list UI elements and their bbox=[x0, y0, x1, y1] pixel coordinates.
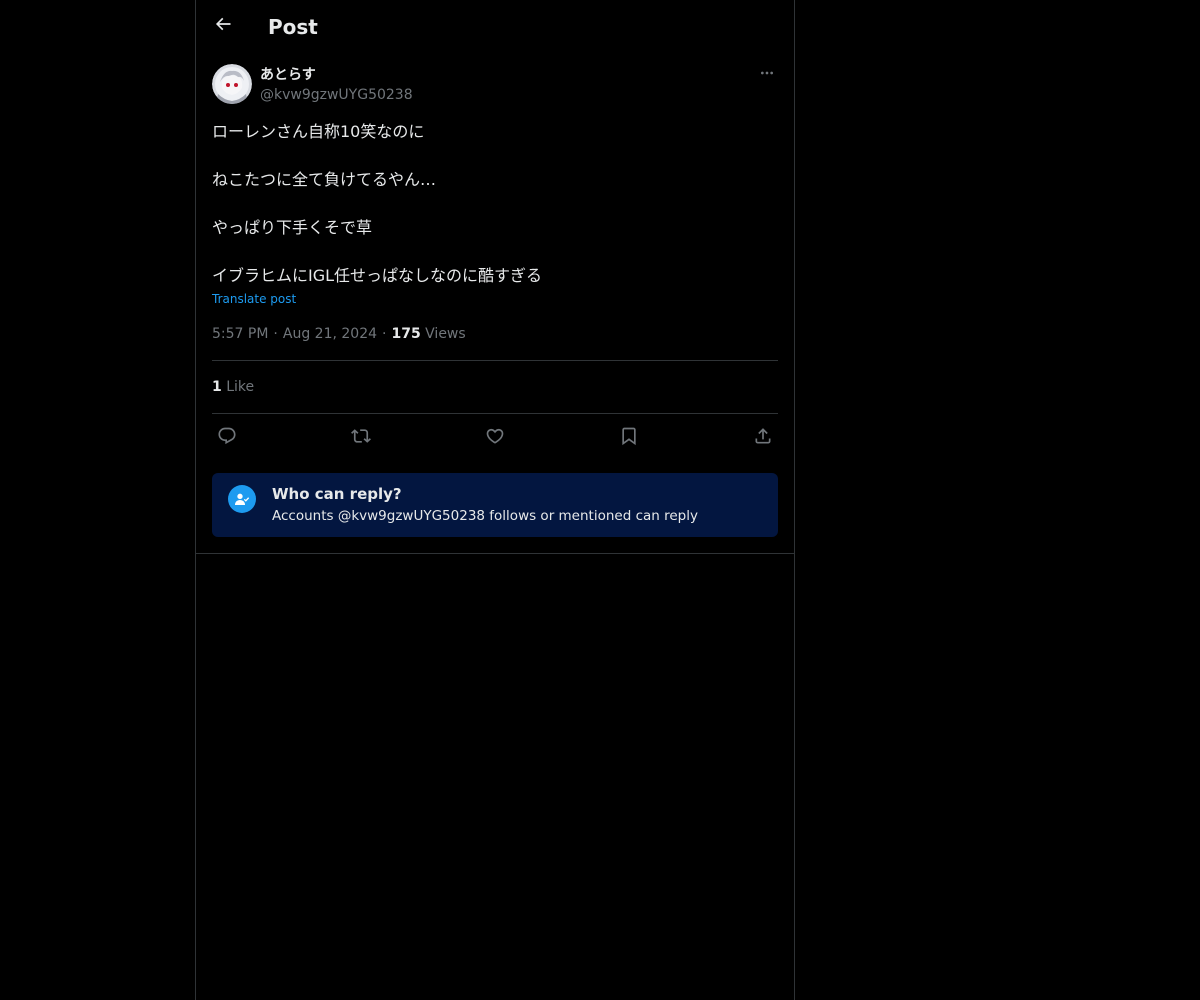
avatar[interactable] bbox=[212, 64, 252, 104]
post-meta: 5:57 PM · Aug 21, 2024 · 175 Views bbox=[212, 324, 466, 344]
reply-button[interactable] bbox=[212, 424, 242, 452]
back-button[interactable] bbox=[206, 9, 240, 43]
post-text: ローレンさん自称10笑なのに ねこたつに全て負けてるやん… やっぱり下手くそで草… bbox=[212, 120, 778, 288]
repost-button[interactable] bbox=[346, 424, 376, 452]
likes-summary[interactable]: 1 Like bbox=[212, 377, 254, 397]
bookmark-icon bbox=[619, 426, 639, 450]
main-column: Post あとらす @kvw9gzwUYG50238 ローレンさん自称10笑なの… bbox=[195, 0, 795, 1000]
arrow-left-icon bbox=[213, 14, 233, 38]
views-label: Views bbox=[425, 326, 466, 342]
heart-icon bbox=[485, 426, 505, 450]
more-options-button[interactable] bbox=[756, 65, 778, 85]
post-date[interactable]: Aug 21, 2024 bbox=[283, 326, 377, 342]
reply-icon bbox=[217, 426, 237, 450]
post-time[interactable]: 5:57 PM bbox=[212, 326, 268, 342]
likes-count: 1 bbox=[212, 379, 222, 395]
action-bar bbox=[212, 424, 778, 452]
meta-separator: · bbox=[382, 326, 387, 342]
share-icon bbox=[753, 426, 773, 450]
who-can-reply-box: Who can reply? Accounts @kvw9gzwUYG50238… bbox=[212, 473, 778, 537]
post-text-line: やっぱり下手くそで草 bbox=[212, 218, 373, 237]
repost-icon bbox=[351, 426, 371, 450]
author-handle[interactable]: @kvw9gzwUYG50238 bbox=[260, 85, 413, 105]
page-title: Post bbox=[268, 15, 318, 39]
divider bbox=[212, 413, 778, 414]
more-horizontal-icon bbox=[759, 65, 775, 85]
share-button[interactable] bbox=[748, 424, 778, 452]
person-check-icon bbox=[228, 485, 256, 513]
divider bbox=[196, 553, 794, 554]
bookmark-button[interactable] bbox=[614, 424, 644, 452]
post-text-line: イブラヒムにIGL任せっぱなしなのに酷すぎる bbox=[212, 266, 543, 285]
meta-separator: · bbox=[273, 326, 278, 342]
post-text-line: ねこたつに全て負けてるやん… bbox=[212, 170, 437, 189]
divider bbox=[212, 360, 778, 361]
author-name[interactable]: あとらす bbox=[260, 65, 316, 85]
likes-label: Like bbox=[226, 379, 255, 395]
who-can-reply-title: Who can reply? bbox=[272, 485, 402, 503]
page-header: Post bbox=[196, 0, 794, 53]
translate-post-link[interactable]: Translate post bbox=[212, 290, 296, 308]
post-text-line: ローレンさん自称10笑なのに bbox=[212, 122, 425, 141]
who-can-reply-text: Accounts @kvw9gzwUYG50238 follows or men… bbox=[272, 508, 698, 524]
like-button[interactable] bbox=[480, 424, 510, 452]
views-count: 175 bbox=[391, 326, 421, 342]
